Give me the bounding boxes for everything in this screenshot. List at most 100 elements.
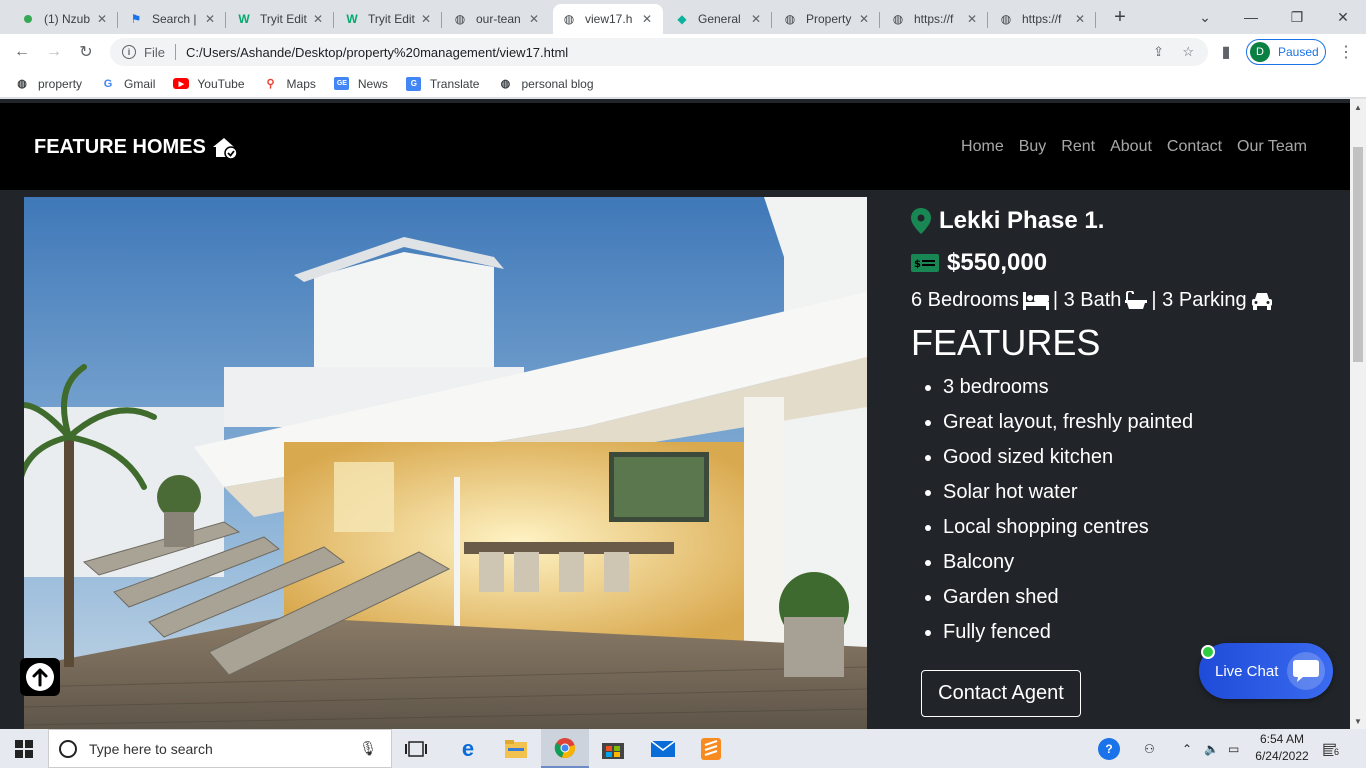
svg-text:$: $ bbox=[914, 259, 921, 270]
nav-rent[interactable]: Rent bbox=[1061, 138, 1095, 156]
avatar: D bbox=[1250, 42, 1270, 62]
new-tab-button[interactable]: + bbox=[1110, 6, 1130, 29]
page-viewport: FEATURE HOMES Home Buy Rent About Contac… bbox=[0, 99, 1366, 729]
scrollbar-thumb[interactable] bbox=[1353, 147, 1363, 362]
scroll-to-top-button[interactable] bbox=[20, 658, 60, 696]
tab-title: Property bbox=[806, 12, 852, 26]
close-icon[interactable]: ✕ bbox=[639, 12, 655, 26]
nav-home[interactable]: Home bbox=[961, 138, 1004, 156]
url-text[interactable]: C:/Users/Ashande/Desktop/property%20mana… bbox=[186, 45, 568, 60]
menu-kebab-icon[interactable]: ⋮ bbox=[1334, 40, 1358, 64]
mail-icon[interactable] bbox=[639, 729, 687, 768]
divider bbox=[174, 44, 176, 60]
price-text: $550,000 bbox=[947, 249, 1048, 276]
notifications-icon[interactable]: ▤ 6 bbox=[1322, 729, 1342, 768]
address-bar[interactable]: i File C:/Users/Ashande/Desktop/property… bbox=[110, 38, 1208, 66]
windows-start-icon[interactable] bbox=[0, 729, 48, 768]
microphone-icon[interactable]: 🎙 bbox=[359, 740, 377, 757]
bookmark-star-icon[interactable]: ☆ bbox=[1182, 44, 1194, 60]
volume-icon[interactable]: 🔈 bbox=[1204, 729, 1219, 768]
car-icon bbox=[1251, 292, 1273, 310]
tab-0[interactable]: (1) Nzub ✕ bbox=[12, 4, 118, 34]
page-scrollbar[interactable]: ▲ ▼ bbox=[1350, 99, 1366, 729]
bookmark-label: personal blog bbox=[521, 76, 594, 91]
tab-1[interactable]: ⚑ Search | ✕ bbox=[120, 4, 226, 34]
tab-6[interactable]: ◆ General ✕ bbox=[666, 4, 772, 34]
bath-text: | 3 Bath bbox=[1052, 289, 1122, 311]
profile-button[interactable]: D Paused bbox=[1246, 39, 1326, 65]
side-panel-icon[interactable]: ▮ bbox=[1214, 40, 1238, 64]
tab-9[interactable]: ◍ https://f ✕ bbox=[990, 4, 1096, 34]
taskbar-search-box[interactable]: Type here to search 🎙 bbox=[48, 729, 392, 768]
people-icon[interactable]: ⚇ bbox=[1144, 729, 1155, 768]
bookmark-gmail[interactable]: G Gmail bbox=[100, 76, 156, 92]
close-icon[interactable]: ✕ bbox=[748, 12, 764, 26]
scroll-up-arrow-icon[interactable]: ▲ bbox=[1350, 99, 1366, 115]
tab-title: https://f bbox=[914, 12, 954, 26]
task-view-icon[interactable] bbox=[392, 729, 440, 768]
nav-buy[interactable]: Buy bbox=[1019, 138, 1047, 156]
restore-button[interactable]: ❐ bbox=[1274, 0, 1320, 34]
tab-3[interactable]: W Tryit Edit ✕ bbox=[336, 4, 442, 34]
property-specs: 6 Bedrooms | 3 Bath | 3 Parking bbox=[911, 289, 1277, 312]
nav-our-team[interactable]: Our Team bbox=[1237, 138, 1307, 156]
globe-icon: ◍ bbox=[500, 78, 511, 90]
bookmark-maps[interactable]: ⚲ Maps bbox=[263, 76, 316, 92]
close-icon[interactable]: ✕ bbox=[856, 12, 872, 26]
bookmark-news[interactable]: GE News bbox=[334, 76, 388, 92]
bookmark-label: YouTube bbox=[197, 76, 245, 91]
globe-icon: ◍ bbox=[892, 12, 904, 26]
close-icon[interactable]: ✕ bbox=[964, 12, 980, 26]
show-hidden-icons-chevron-icon[interactable]: ⌃ bbox=[1182, 729, 1192, 768]
reload-icon[interactable]: ↻ bbox=[74, 40, 98, 64]
info-icon[interactable]: i bbox=[122, 45, 136, 59]
close-icon[interactable]: ✕ bbox=[418, 12, 434, 26]
scroll-down-arrow-icon[interactable]: ▼ bbox=[1350, 713, 1366, 729]
share-icon[interactable]: ⇪ bbox=[1153, 44, 1164, 60]
diamond-icon: ◆ bbox=[677, 12, 687, 26]
sublime-text-icon[interactable] bbox=[687, 729, 735, 768]
bookmark-property[interactable]: ◍ property bbox=[14, 76, 82, 92]
close-icon[interactable]: ✕ bbox=[202, 12, 218, 26]
tab-5-active[interactable]: ◍ view17.h ✕ bbox=[553, 4, 663, 34]
contact-agent-button[interactable]: Contact Agent bbox=[921, 670, 1081, 717]
bookmark-translate[interactable]: G Translate bbox=[406, 76, 479, 92]
tab-8[interactable]: ◍ https://f ✕ bbox=[882, 4, 988, 34]
close-icon[interactable]: ✕ bbox=[310, 12, 326, 26]
close-window-button[interactable]: ✕ bbox=[1320, 0, 1366, 34]
chrome-taskbar-icon[interactable] bbox=[541, 729, 589, 768]
bedrooms-text: 6 Bedrooms bbox=[911, 289, 1019, 311]
file-explorer-icon[interactable] bbox=[492, 729, 540, 768]
close-icon[interactable]: ✕ bbox=[526, 12, 542, 26]
close-icon[interactable]: ✕ bbox=[94, 12, 110, 26]
tab-title: our-tean bbox=[476, 12, 521, 26]
nav-contact[interactable]: Contact bbox=[1167, 138, 1222, 156]
battery-icon[interactable]: ▭ bbox=[1228, 729, 1239, 768]
edge-browser-icon[interactable]: e bbox=[444, 729, 492, 768]
close-icon[interactable]: ✕ bbox=[1072, 12, 1088, 26]
notification-count: 6 bbox=[1332, 746, 1342, 757]
tab-4[interactable]: ◍ our-tean ✕ bbox=[444, 4, 550, 34]
location-pin-icon bbox=[911, 208, 931, 234]
google-icon: G bbox=[103, 77, 113, 90]
tab-title: https://f bbox=[1022, 12, 1062, 26]
forward-arrow-icon[interactable]: → bbox=[42, 40, 66, 64]
globe-icon: ◍ bbox=[784, 12, 796, 26]
tab-search-chevron-icon[interactable]: ⌄ bbox=[1182, 0, 1228, 34]
news-icon: GE bbox=[334, 76, 350, 92]
taskbar-clock[interactable]: 6:54 AM 6/24/2022 bbox=[1250, 731, 1314, 765]
tab-7[interactable]: ◍ Property ✕ bbox=[774, 4, 880, 34]
bookmark-personal-blog[interactable]: ◍ personal blog bbox=[497, 76, 594, 92]
tab-2[interactable]: W Tryit Edit ✕ bbox=[228, 4, 334, 34]
brand-logo[interactable]: FEATURE HOMES bbox=[34, 136, 238, 159]
live-chat-label: Live Chat bbox=[1215, 662, 1279, 680]
back-arrow-icon[interactable]: ← bbox=[10, 40, 34, 64]
microsoft-store-icon[interactable] bbox=[589, 729, 637, 768]
nav-about[interactable]: About bbox=[1110, 138, 1152, 156]
bookmark-youtube[interactable]: ▶ YouTube bbox=[173, 76, 245, 92]
minimize-button[interactable]: — bbox=[1228, 0, 1274, 34]
help-icon[interactable]: ? bbox=[1098, 729, 1120, 768]
live-chat-widget[interactable]: Live Chat bbox=[1199, 643, 1333, 699]
clock-time: 6:54 AM bbox=[1259, 732, 1305, 746]
youtube-icon: ▶ bbox=[173, 76, 190, 92]
